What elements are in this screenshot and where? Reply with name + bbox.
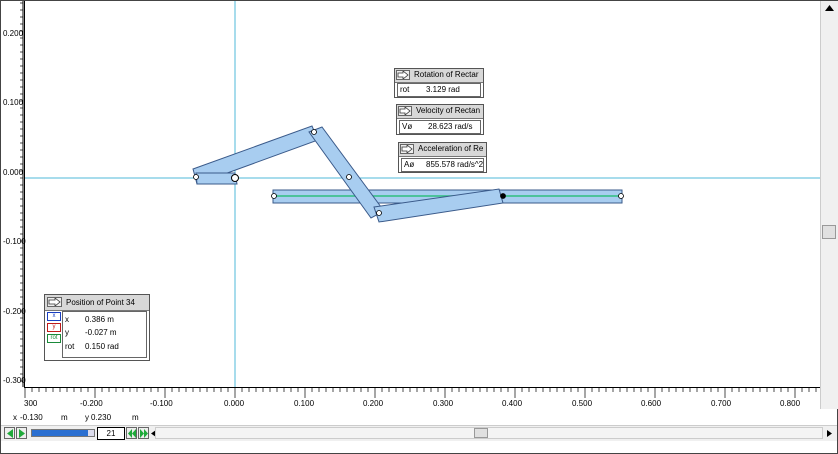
meter-title: Velocity of Rectanı [416,106,480,115]
horizontal-ruler-ticks [24,388,817,398]
step-forward-icon [140,429,148,438]
meter-value-row: Vø 28.623 rad/s [399,120,481,134]
meter-value-row: rot 3.129 rad [397,83,481,97]
vertical-scrollbar[interactable] [820,1,838,409]
meter-title: Position of Point 34 [66,298,135,307]
frame-number-field[interactable]: 21 [97,427,125,440]
meter-header: Rotation of Rectar [395,69,483,83]
velocity-meter[interactable]: Velocity of Rectanı Vø 28.623 rad/s [396,104,484,135]
rotation-meter[interactable]: Rotation of Rectar rot 3.129 rad [394,68,484,98]
joint [231,174,239,182]
play-back-icon [7,429,13,438]
horizontal-scrollbar[interactable] [155,427,823,439]
meter-value-row: Aø 855.578 rad/s^2 [401,158,484,172]
step-back-icon [128,429,136,438]
x-coord-label: x [13,413,17,422]
coordinate-status-bar: x -0.130 m y 0.230 m [1,410,837,425]
x-coord-unit: m [61,413,68,422]
rot-label: rot [65,342,75,351]
scroll-up-icon[interactable] [823,3,836,13]
meter-title: Acceleration of Re [418,144,484,153]
meter-title: Rotation of Rectar [414,70,479,79]
meter-value: 855.578 rad/s^2 [426,160,484,169]
y-coord-unit: m [132,413,139,422]
meter-value: 28.623 rad/s [428,122,473,131]
y-value: -0.027 m [85,328,117,337]
y-label: y [65,328,69,337]
x-tick-label: 0.800 [780,399,801,408]
y-trace-icon[interactable]: y [47,323,61,332]
y-tick-label: 0.200 [3,29,24,38]
step-back-button[interactable] [126,427,137,439]
meter-label: Aø [404,160,415,169]
meter-label: rot [400,85,410,94]
app-window: 0.200 0.100 0.000 -0.100 -0.200 -0.300 R… [0,0,838,454]
joint [193,174,199,180]
meter-arrow-icon[interactable] [400,144,414,154]
play-button[interactable] [16,427,27,439]
step-forward-button[interactable] [138,427,149,439]
meter-value: 3.129 rad [426,85,460,94]
rot-trace-icon[interactable]: rot [47,334,61,343]
playback-progress[interactable] [31,429,95,437]
position-meter[interactable]: Position of Point 34 x y rot x 0.386 m y… [44,294,150,361]
meter-header: Velocity of Rectanı [397,105,483,119]
vertical-ruler: 0.200 0.100 0.000 -0.100 -0.200 -0.300 [1,1,26,387]
meter-arrow-icon[interactable] [396,70,410,80]
x-tick-label: 0.100 [294,399,315,408]
x-tick-label: 0.700 [711,399,732,408]
x-value: 0.386 m [85,315,114,324]
x-tick-label: 0.600 [641,399,662,408]
vertical-scroll-thumb[interactable] [822,225,836,239]
horizontal-scroll-thumb[interactable] [474,428,488,438]
meter-arrow-icon[interactable] [398,106,412,116]
x-trace-icon[interactable]: x [47,312,61,321]
horizontal-ruler: 300 -0.200 -0.100 0.000 0.100 0.200 0.30… [24,387,820,410]
joint [500,193,506,199]
x-tick-label: 300 [24,399,38,408]
meter-arrow-icon[interactable] [47,297,62,307]
y-coord-value: 0.230 [91,413,112,422]
y-coord-label: y [85,413,89,422]
joint [346,174,352,180]
meter-values: x 0.386 m y -0.027 m rot 0.150 rad [62,311,147,358]
x-label: x [65,315,69,324]
x-tick-label: -0.100 [150,399,173,408]
x-tick-label: 0.400 [502,399,523,408]
meter-header: Acceleration of Re [399,143,486,157]
rewind-button[interactable] [4,427,15,439]
meter-label: Vø [402,122,413,131]
y-tick-label: -0.300 [3,376,26,385]
acceleration-meter[interactable]: Acceleration of Re Aø 855.578 rad/s^2 [398,142,487,173]
joint [376,210,382,216]
x-tick-label: -0.200 [80,399,103,408]
scroll-right-icon[interactable] [827,430,832,437]
rot-value: 0.150 rad [85,342,119,351]
x-tick-label: 0.000 [224,399,245,408]
ground-block [195,172,238,185]
coupler-link [308,126,385,219]
y-tick-label: 0.000 [3,168,24,177]
joint [311,129,317,135]
x-tick-label: 0.200 [363,399,384,408]
playback-control-bar: 21 [1,425,837,441]
x-coord-value: -0.130 [20,413,43,422]
y-tick-label: -0.100 [3,237,26,246]
play-icon [19,429,25,438]
meter-header: Position of Point 34 [45,295,149,311]
x-tick-label: 0.500 [572,399,593,408]
y-tick-label: 0.100 [3,98,24,107]
progress-fill [32,430,88,436]
y-tick-label: -0.200 [3,307,26,316]
x-tick-label: 0.300 [433,399,454,408]
vertical-ruler-ticks [20,1,24,387]
